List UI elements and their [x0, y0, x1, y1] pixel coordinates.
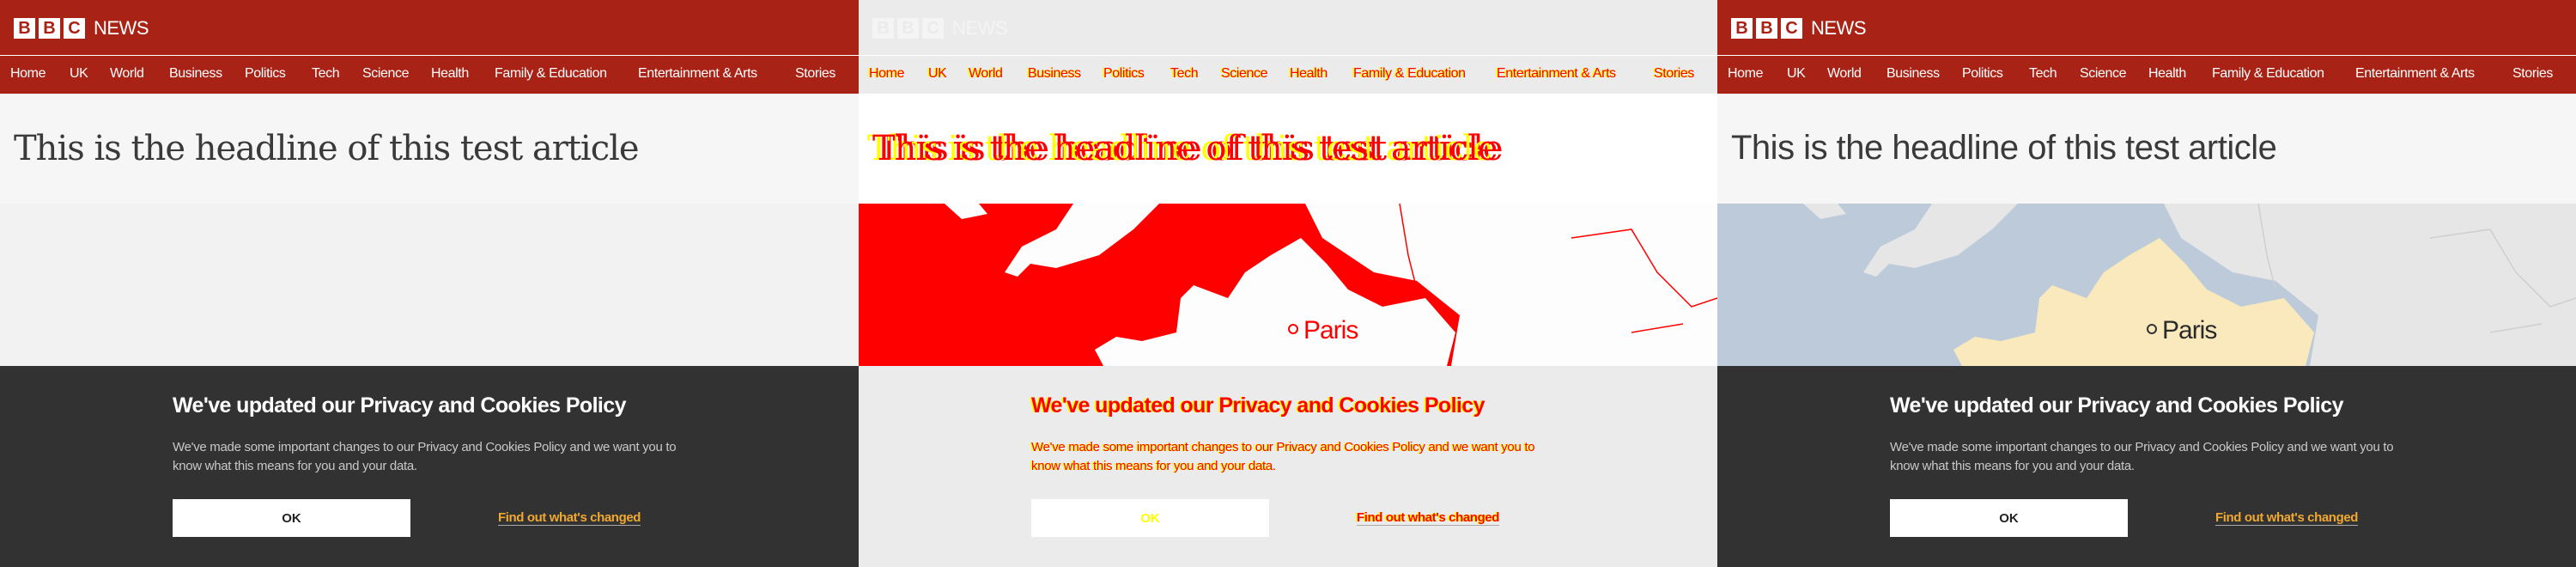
expected-screenshot-panel: B B C NEWS Home UK World Business Politi…	[0, 0, 859, 567]
ok-button[interactable]: OK	[173, 499, 410, 537]
logo-word: NEWS	[952, 17, 1008, 39]
logo-block: B	[897, 18, 919, 39]
nav-item-tech[interactable]: Tech	[1170, 66, 1199, 82]
nav-item-business[interactable]: Business	[1886, 66, 1940, 82]
nav-bar: Home UK World Business Politics Tech Sci…	[859, 56, 1717, 94]
map-label-paris: Paris	[1303, 316, 1358, 344]
find-out-link[interactable]: Find out what's changed	[498, 510, 641, 526]
cookie-banner-title: We've updated our Privacy and Cookies Po…	[1890, 393, 2343, 418]
nav-item-stories[interactable]: Stories	[795, 66, 835, 82]
bbc-news-logo[interactable]: B B C NEWS	[14, 17, 149, 40]
nav-item-entertainment-arts[interactable]: Entertainment & Arts	[2355, 66, 2475, 82]
nav-item-entertainment-arts[interactable]: Entertainment & Arts	[1497, 66, 1616, 82]
article-headline: This is the headline of this test articl…	[1731, 129, 2277, 167]
bbc-news-logo[interactable]: B B C NEWS	[1731, 17, 1867, 40]
actual-screenshot-panel: B B C NEWS Home UK World Business Politi…	[1717, 0, 2576, 567]
cookie-banner: We've updated our Privacy and Cookies Po…	[859, 366, 1717, 567]
nav-item-tech[interactable]: Tech	[2029, 66, 2057, 82]
nav-item-home[interactable]: Home	[1728, 66, 1763, 82]
nav-item-science[interactable]: Science	[362, 66, 410, 82]
nav-item-politics[interactable]: Politics	[245, 66, 286, 82]
logo-block: B	[1731, 18, 1753, 39]
logo-block: C	[922, 18, 944, 39]
nav-item-entertainment-arts[interactable]: Entertainment & Arts	[638, 66, 757, 82]
nav-item-science[interactable]: Science	[2080, 66, 2127, 82]
nav-item-health[interactable]: Health	[1290, 66, 1327, 82]
ok-button[interactable]: OK	[1890, 499, 2128, 537]
logo-block: B	[872, 18, 894, 39]
nav-item-home[interactable]: Home	[869, 66, 904, 82]
nav-item-family-education[interactable]: Family & Education	[495, 66, 607, 82]
nav-item-family-education[interactable]: Family & Education	[2212, 66, 2324, 82]
diff-screenshot-panel: B B C NEWS Home UK World Business Politi…	[859, 0, 1717, 567]
nav-item-family-education[interactable]: Family & Education	[1353, 66, 1466, 82]
logo-block: B	[39, 18, 60, 39]
map-label-paris: Paris	[2162, 316, 2216, 344]
logo-block: C	[64, 18, 85, 39]
cookie-banner-body: We've made some important changes to our…	[1890, 440, 2394, 473]
find-out-link[interactable]: Find out what's changed	[1357, 510, 1499, 526]
nav-item-politics[interactable]: Politics	[1103, 66, 1145, 82]
article-headline: This is the headline of this test articl…	[14, 129, 640, 168]
nav-item-health[interactable]: Health	[2148, 66, 2186, 82]
article-map: Paris	[0, 204, 859, 366]
bbc-news-logo[interactable]: B B C NEWS	[872, 17, 1008, 40]
cookie-banner: We've updated our Privacy and Cookies Po…	[1717, 366, 2576, 567]
masthead: B B C NEWS	[1717, 0, 2576, 55]
cookie-banner-title: We've updated our Privacy and Cookies Po…	[173, 393, 626, 418]
nav-item-home[interactable]: Home	[10, 66, 46, 82]
nav-item-uk[interactable]: UK	[70, 66, 88, 82]
nav-bar: Home UK World Business Politics Tech Sci…	[1717, 56, 2576, 94]
logo-word: NEWS	[1811, 17, 1867, 39]
article-map: Paris	[1717, 204, 2576, 366]
nav-item-health[interactable]: Health	[431, 66, 469, 82]
nav-item-stories[interactable]: Stories	[2512, 66, 2553, 82]
nav-item-stories[interactable]: Stories	[1654, 66, 1694, 82]
nav-item-business[interactable]: Business	[169, 66, 222, 82]
cookie-banner-title: We've updated our Privacy and Cookies Po…	[1031, 393, 1485, 418]
logo-block: B	[14, 18, 35, 39]
ok-button[interactable]: OK	[1031, 499, 1269, 537]
cookie-banner-body: We've made some important changes to our…	[1031, 440, 1535, 473]
nav-item-politics[interactable]: Politics	[1962, 66, 2003, 82]
masthead: B B C NEWS	[0, 0, 859, 55]
logo-block: C	[1781, 18, 1802, 39]
logo-block: B	[1756, 18, 1777, 39]
nav-item-science[interactable]: Science	[1221, 66, 1268, 82]
masthead: B B C NEWS	[859, 0, 1717, 55]
nav-item-world[interactable]: World	[969, 66, 1003, 82]
nav-item-world[interactable]: World	[1827, 66, 1862, 82]
article-headline: This is the headline of this test articl…	[872, 129, 1498, 168]
nav-item-uk[interactable]: UK	[928, 66, 947, 82]
cookie-banner-body: We've made some important changes to our…	[173, 440, 677, 473]
nav-item-business[interactable]: Business	[1028, 66, 1081, 82]
cookie-banner: We've updated our Privacy and Cookies Po…	[0, 366, 859, 567]
nav-bar: Home UK World Business Politics Tech Sci…	[0, 56, 859, 94]
nav-item-world[interactable]: World	[110, 66, 144, 82]
logo-word: NEWS	[94, 17, 149, 39]
article-map: Paris	[859, 204, 1717, 366]
nav-item-tech[interactable]: Tech	[312, 66, 340, 82]
find-out-link[interactable]: Find out what's changed	[2215, 510, 2358, 526]
nav-item-uk[interactable]: UK	[1787, 66, 1806, 82]
